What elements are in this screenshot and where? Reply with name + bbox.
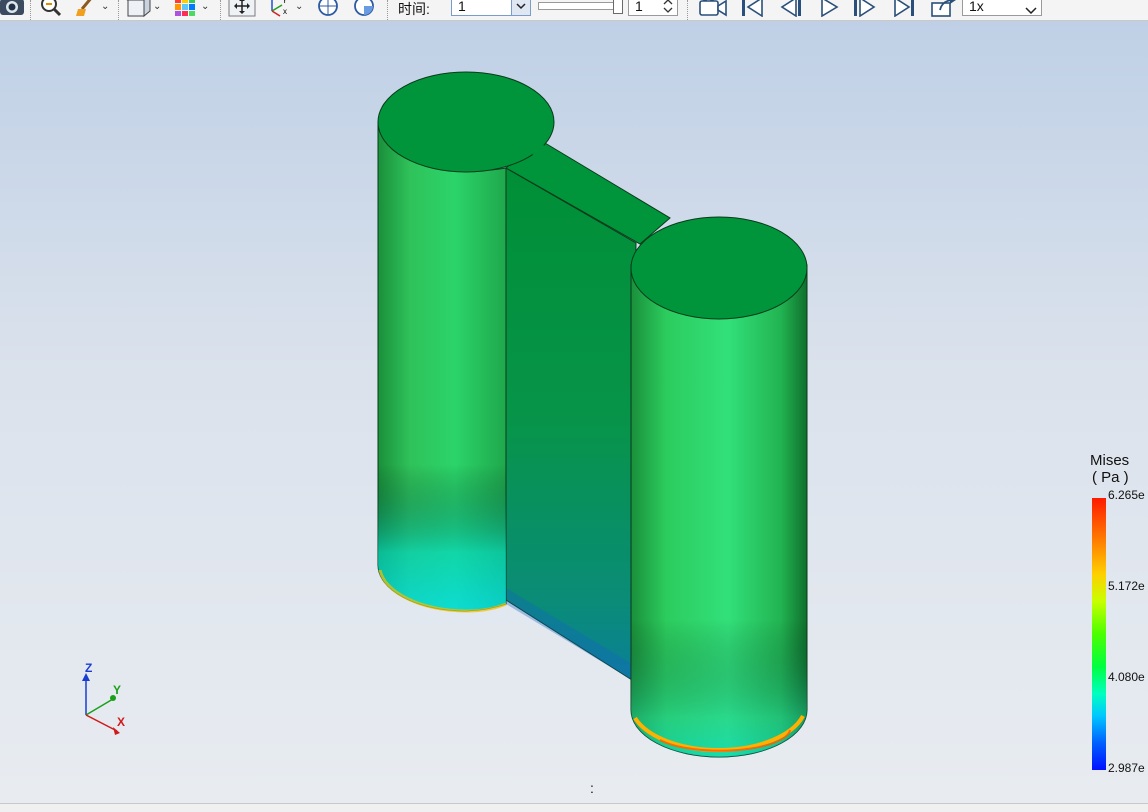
first-frame-icon[interactable] bbox=[740, 0, 766, 18]
legend-tick: 4.080e bbox=[1108, 670, 1145, 684]
pan-icon[interactable] bbox=[228, 0, 256, 18]
toolbar: ⌄ ⌄ ⌄ Yx ⌄ 时间: 1 1 1x bbox=[0, 0, 1148, 21]
svg-text:Y: Y bbox=[282, 0, 288, 5]
rotate-view-icon[interactable] bbox=[314, 0, 342, 18]
legend-unit: ( Pa ) bbox=[1092, 469, 1129, 486]
brush-icon[interactable]: ⌄ bbox=[74, 0, 109, 18]
toolbar-separator bbox=[387, 0, 389, 20]
axis-x-label: X bbox=[117, 715, 125, 729]
frame-spinbox-value: 1 bbox=[635, 0, 643, 14]
speed-select-value: 1x bbox=[969, 0, 984, 14]
zoom-icon[interactable] bbox=[38, 0, 66, 18]
axis-triad-icon[interactable]: Yx ⌄ bbox=[266, 0, 303, 18]
time-label: 时间: bbox=[398, 1, 430, 17]
toolbar-separator bbox=[687, 0, 689, 20]
chevron-down-icon[interactable]: ⌄ bbox=[295, 1, 303, 12]
legend-tick-max: 6.265e bbox=[1108, 488, 1145, 502]
previous-frame-icon[interactable] bbox=[778, 0, 804, 18]
export-icon[interactable] bbox=[930, 0, 958, 18]
last-frame-icon[interactable] bbox=[892, 0, 918, 18]
play-icon[interactable] bbox=[818, 0, 842, 18]
legend-color-bar bbox=[1092, 498, 1106, 770]
toolbar-separator bbox=[118, 0, 120, 20]
chevron-down-icon[interactable]: ⌄ bbox=[201, 1, 209, 12]
chevron-down-icon[interactable]: ⌄ bbox=[101, 1, 109, 12]
axis-y-label: Y bbox=[113, 683, 121, 697]
left-cylinder[interactable] bbox=[377, 121, 507, 613]
toolbar-separator bbox=[220, 0, 222, 20]
spinner-arrows-icon[interactable] bbox=[661, 0, 675, 15]
time-slider[interactable] bbox=[538, 0, 623, 14]
fea-model[interactable] bbox=[0, 21, 1148, 803]
camera-icon[interactable] bbox=[0, 0, 26, 18]
color-grid-icon[interactable]: ⌄ bbox=[174, 0, 209, 18]
3d-viewport[interactable]: Z Y X bbox=[0, 21, 1148, 803]
chevron-down-icon[interactable] bbox=[511, 0, 530, 15]
time-slider-handle[interactable] bbox=[613, 0, 623, 14]
legend-tick: 5.172e bbox=[1108, 579, 1145, 593]
legend-tick-min: 2.987e bbox=[1108, 761, 1145, 775]
time-select-value: 1 bbox=[458, 0, 466, 14]
box-view-icon[interactable]: ⌄ bbox=[126, 0, 161, 18]
svg-text:x: x bbox=[283, 7, 287, 16]
chevron-down-icon[interactable]: ⌄ bbox=[153, 1, 161, 12]
legend-title: Mises bbox=[1090, 452, 1130, 469]
toolbar-separator bbox=[30, 0, 32, 20]
record-video-icon[interactable] bbox=[698, 0, 728, 18]
axis-triad: Z Y X bbox=[82, 661, 125, 735]
status-text: : bbox=[590, 780, 594, 796]
chevron-down-icon[interactable] bbox=[1025, 1, 1037, 17]
axis-z-label: Z bbox=[85, 661, 92, 675]
frame-spinbox[interactable]: 1 bbox=[628, 0, 678, 16]
section-view-icon[interactable] bbox=[350, 0, 378, 18]
next-frame-icon[interactable] bbox=[852, 0, 880, 18]
speed-select[interactable]: 1x bbox=[962, 0, 1042, 16]
time-select[interactable]: 1 bbox=[451, 0, 531, 16]
right-cylinder[interactable] bbox=[630, 264, 808, 758]
